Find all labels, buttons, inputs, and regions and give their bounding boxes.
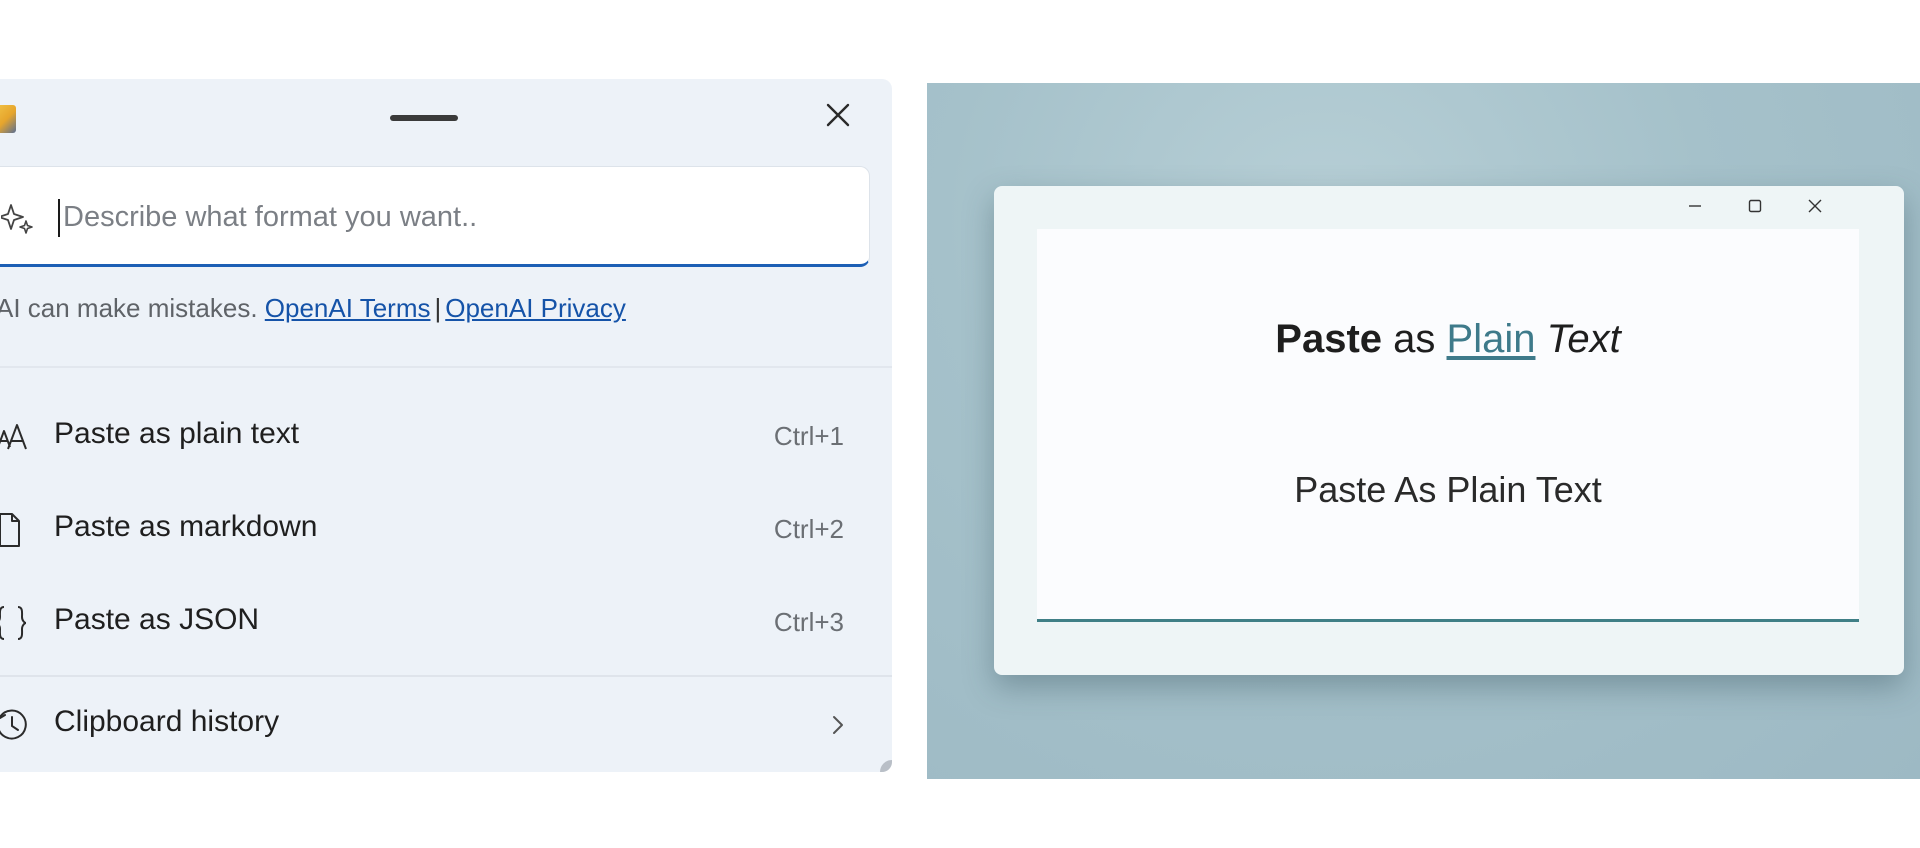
text-caret	[58, 199, 60, 237]
menu-item-label: Paste as markdown	[54, 510, 318, 543]
drag-handle[interactable]	[390, 115, 458, 121]
clipboard-history-item[interactable]: Clipboard history	[0, 685, 892, 765]
close-icon	[1808, 199, 1822, 213]
sparkle-icon	[1, 204, 33, 234]
chevron-right-icon	[833, 716, 843, 734]
editor-text-area[interactable]: Paste as Plain Text Paste As Plain Text	[1037, 229, 1859, 622]
document-icon	[0, 512, 34, 548]
format-prompt-input[interactable]	[61, 195, 841, 239]
menu-divider	[0, 675, 892, 677]
prompt-box[interactable]	[0, 166, 870, 267]
menu-item-shortcut: Ctrl+3	[773, 607, 844, 637]
disclaimer-text: AI can make mistakes.	[0, 293, 258, 323]
rich-text-line: Paste as Plain Text	[1037, 317, 1859, 362]
maximize-icon	[1748, 199, 1762, 213]
history-clock-icon	[0, 707, 34, 743]
window-close-button[interactable]	[1792, 192, 1838, 220]
minimize-button[interactable]	[1672, 192, 1718, 220]
paste-as-plain-text-item[interactable]: Paste as plain text Ctrl+1	[0, 397, 892, 477]
minimize-icon	[1689, 205, 1701, 207]
menu-item-shortcut: Ctrl+2	[773, 514, 844, 544]
menu-item-label: Paste as JSON	[54, 603, 260, 636]
ai-disclaimer: AI can make mistakes. OpenAI Terms | OpenA…	[0, 293, 626, 324]
openai-terms-link[interactable]: OpenAI Terms	[265, 293, 431, 323]
rich-italic-word: Text	[1546, 317, 1621, 361]
menu-item-shortcut: Ctrl+1	[773, 421, 844, 451]
text-editor-window: Paste as Plain Text Paste As Plain Text	[994, 186, 1904, 675]
rich-link-word[interactable]: Plain	[1447, 317, 1536, 361]
advanced-paste-window: AI can make mistakes. OpenAI Terms|OpenA…	[0, 79, 892, 772]
link-separator: |	[434, 293, 442, 323]
openai-privacy-link[interactable]: OpenAI Privacy	[445, 293, 626, 323]
desktop-background: Paste as Plain Text Paste As Plain Text	[927, 83, 1920, 779]
rich-normal-word: as	[1393, 317, 1436, 361]
maximize-button[interactable]	[1732, 192, 1778, 220]
advanced-paste-app-icon	[0, 105, 16, 133]
plain-text-line: Paste As Plain Text	[1294, 469, 1602, 510]
braces-icon	[0, 605, 34, 641]
menu-item-label: Paste as plain text	[54, 417, 300, 450]
font-plain-text-icon	[0, 419, 34, 455]
paste-as-json-item[interactable]: Paste as JSON Ctrl+3	[0, 583, 892, 663]
section-divider	[0, 366, 892, 368]
close-button[interactable]	[818, 95, 858, 135]
close-icon	[826, 103, 850, 127]
menu-item-label: Clipboard history	[54, 705, 280, 738]
rich-bold-word: Paste	[1275, 317, 1383, 361]
paste-as-markdown-item[interactable]: Paste as markdown Ctrl+2	[0, 490, 892, 570]
